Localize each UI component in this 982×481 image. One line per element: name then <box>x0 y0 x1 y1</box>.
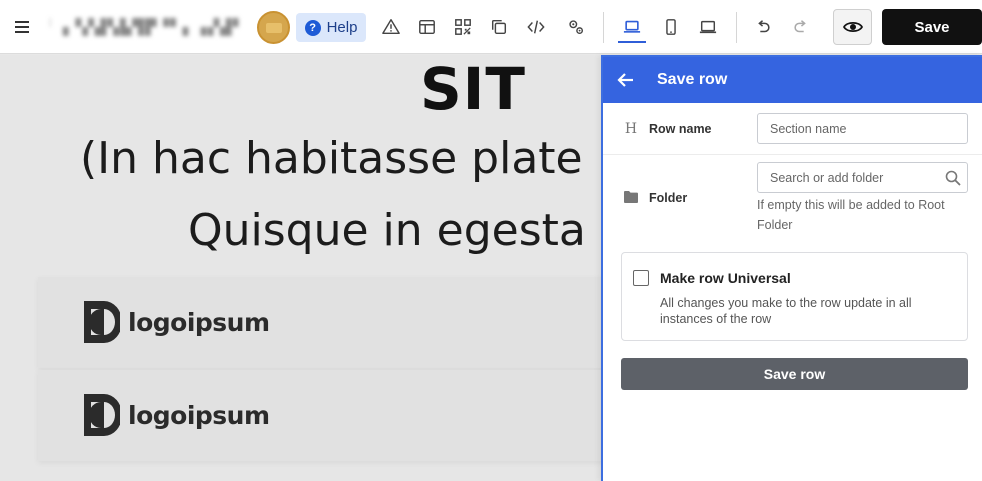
folder-icon <box>623 189 639 205</box>
redo-icon <box>794 20 806 33</box>
save-row-button[interactable]: Save row <box>621 358 968 390</box>
folder-field-row: Folder If empty this will be added to Ro… <box>603 155 982 245</box>
layout-icon <box>419 19 435 35</box>
copy-button[interactable] <box>485 13 513 41</box>
logoipsum-mark-icon <box>84 301 120 343</box>
heading-icon: H <box>624 121 638 137</box>
settings-cogs-icon <box>569 20 584 35</box>
row-name-input[interactable] <box>757 113 968 144</box>
qr-code-icon <box>455 19 471 35</box>
warning-icon <box>382 19 400 35</box>
logo: logoipsum <box>84 394 270 436</box>
back-button[interactable] <box>603 57 649 103</box>
help-button[interactable]: ? Help <box>296 13 366 42</box>
logo-row[interactable]: logoipsum <box>38 370 638 461</box>
undo-button[interactable] <box>749 13 777 41</box>
warning-button[interactable] <box>377 13 405 41</box>
code-button[interactable] <box>522 13 550 41</box>
save-row-panel: Save row H Row name Folder If empty this… <box>601 55 982 481</box>
site-name[interactable]: ▖▌▘▗▝▞▟▚▙▜▛▝▘▖▗▞▟▘▚ ▌ <box>50 18 245 36</box>
logo-row[interactable]: logoipsum <box>38 277 638 368</box>
hamburger-icon <box>15 21 29 33</box>
make-universal-label[interactable]: Make row Universal <box>660 270 791 286</box>
logo-text: logoipsum <box>128 307 270 337</box>
code-icon <box>527 20 545 34</box>
search-icon[interactable] <box>945 170 961 186</box>
arrow-left-icon <box>617 73 633 87</box>
hero-text-line-1[interactable]: (In hac habitasse plate <box>80 133 583 184</box>
panel-title: Save row <box>657 71 728 88</box>
folder-hint: If empty this will be added to Root Fold… <box>757 198 945 232</box>
copy-icon <box>491 19 507 35</box>
save-button[interactable]: Save <box>882 9 982 45</box>
redo-button[interactable] <box>787 13 815 41</box>
top-toolbar: ▖▌▘▗▝▞▟▚▙▜▛▝▘▖▗▞▟▘▚ ▌ ? Help Save <box>0 0 982 54</box>
panel-header: Save row <box>603 57 982 103</box>
device-desktop-button[interactable] <box>618 13 646 43</box>
make-universal-option[interactable]: Make row Universal All changes you make … <box>621 252 968 341</box>
row-name-label: Row name <box>649 122 712 136</box>
logo: logoipsum <box>84 301 270 343</box>
mobile-icon <box>666 19 676 35</box>
panel-body: H Row name Folder If empty this will be … <box>603 103 982 481</box>
menu-button[interactable] <box>10 14 36 40</box>
qr-code-button[interactable] <box>449 13 477 41</box>
undo-icon <box>758 20 770 33</box>
question-circle-icon: ? <box>304 19 321 36</box>
folder-label: Folder <box>649 191 688 205</box>
make-universal-description: All changes you make to the row update i… <box>660 296 912 326</box>
layout-button[interactable] <box>413 13 441 41</box>
hero-text-line-2[interactable]: Quisque in egesta <box>188 205 586 256</box>
folder-search-input[interactable] <box>757 162 968 193</box>
settings-button[interactable] <box>562 13 590 41</box>
logo-text: logoipsum <box>128 400 270 430</box>
device-mobile-button[interactable] <box>657 13 685 41</box>
eye-icon <box>842 21 863 33</box>
tablet-icon <box>699 20 717 34</box>
laptop-icon <box>623 20 641 33</box>
logoipsum-mark-icon <box>84 394 120 436</box>
help-label: Help <box>326 19 358 36</box>
row-name-field-row: H Row name <box>603 103 982 155</box>
make-universal-checkbox[interactable] <box>633 270 649 286</box>
device-tablet-button[interactable] <box>694 13 722 41</box>
hero-title[interactable]: SIT <box>420 55 526 123</box>
avatar[interactable] <box>257 11 290 44</box>
preview-button[interactable] <box>833 9 872 45</box>
